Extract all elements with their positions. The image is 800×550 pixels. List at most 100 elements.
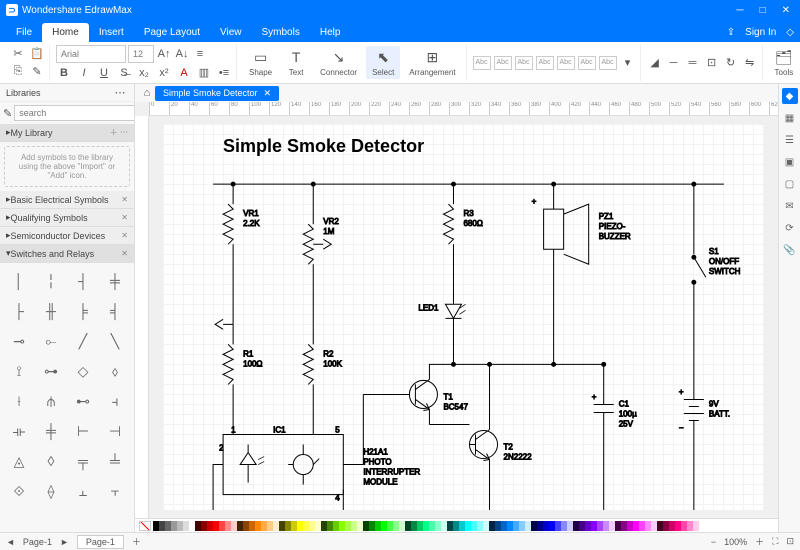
style-swatch[interactable]: Abc bbox=[515, 56, 533, 70]
highlight-icon[interactable]: ▥ bbox=[196, 65, 212, 81]
symbol-item[interactable]: ◬ bbox=[4, 447, 34, 475]
style-swatch[interactable]: Abc bbox=[599, 56, 617, 70]
symbol-item[interactable]: ⟛ bbox=[4, 417, 34, 445]
theme-icon[interactable]: ◆ bbox=[782, 88, 798, 104]
canvas[interactable]: Simple Smoke Detector VR12.2K R1100Ω bbox=[163, 124, 764, 510]
symbol-item[interactable]: ⫠ bbox=[68, 477, 98, 505]
symbol-item[interactable]: ╱ bbox=[68, 327, 98, 355]
no-color-swatch[interactable] bbox=[139, 521, 151, 531]
arrangement-button[interactable]: ⊞Arrangement bbox=[403, 46, 461, 79]
tools-button[interactable]: 🗂Tools bbox=[769, 46, 800, 79]
page-tab[interactable]: Page-1 bbox=[77, 535, 124, 549]
symbol-item[interactable]: ⊷ bbox=[68, 387, 98, 415]
bold-icon[interactable]: B bbox=[56, 65, 72, 81]
color-swatch[interactable] bbox=[693, 521, 699, 531]
signin-link[interactable]: Sign In bbox=[745, 27, 776, 38]
symbol-item[interactable]: ╡ bbox=[100, 297, 130, 325]
comment-icon[interactable]: ✉ bbox=[782, 198, 798, 214]
strike-icon[interactable]: S̶ bbox=[116, 65, 132, 81]
symbol-item[interactable]: ◇ bbox=[68, 357, 98, 385]
symbol-item[interactable]: ╧ bbox=[100, 447, 130, 475]
symbol-item[interactable]: ⊣ bbox=[100, 417, 130, 445]
symbol-item[interactable]: ╫ bbox=[36, 297, 66, 325]
fullscreen-icon[interactable]: ⊡ bbox=[786, 536, 794, 547]
symbol-item[interactable]: ⫟ bbox=[100, 477, 130, 505]
shrink-font-icon[interactable]: A↓ bbox=[174, 46, 190, 62]
menu-file[interactable]: File bbox=[6, 23, 42, 42]
symbol-item[interactable]: ╞ bbox=[68, 297, 98, 325]
image-icon[interactable]: ▣ bbox=[782, 154, 798, 170]
history-icon[interactable]: ⟳ bbox=[782, 220, 798, 236]
connector-button[interactable]: ↘Connector bbox=[314, 46, 363, 79]
size-select[interactable]: 12 bbox=[128, 45, 154, 63]
menu-pagelayout[interactable]: Page Layout bbox=[134, 23, 210, 42]
style-swatch[interactable]: Abc bbox=[536, 56, 554, 70]
symbol-item[interactable]: ⊢ bbox=[68, 417, 98, 445]
symbol-item[interactable]: ╪ bbox=[100, 267, 130, 295]
library-menu-icon[interactable]: ⋯ bbox=[112, 85, 128, 101]
page-nav-next-icon[interactable]: ► bbox=[60, 537, 69, 547]
zoom-out-icon[interactable]: − bbox=[711, 537, 716, 547]
minimize-icon[interactable]: ─ bbox=[732, 5, 747, 16]
align-icon[interactable]: ≡ bbox=[192, 46, 208, 62]
search-input[interactable] bbox=[14, 105, 135, 121]
fit-icon[interactable]: ⛶ bbox=[772, 536, 778, 547]
symbol-item[interactable]: ┤ bbox=[68, 267, 98, 295]
symbol-item[interactable]: ⊶ bbox=[36, 357, 66, 385]
flip-icon[interactable]: ⇋ bbox=[742, 55, 758, 71]
symbol-item[interactable]: ╎ bbox=[36, 267, 66, 295]
page-nav-prev-icon[interactable]: ◄ bbox=[6, 537, 15, 547]
sub-icon[interactable]: x₂ bbox=[136, 65, 152, 81]
cut-icon[interactable]: ✂ bbox=[10, 46, 26, 62]
italic-icon[interactable]: I bbox=[76, 65, 92, 81]
shape-button[interactable]: ▭Shape bbox=[243, 46, 278, 79]
grow-font-icon[interactable]: A↑ bbox=[156, 46, 172, 62]
symbol-item[interactable]: │ bbox=[4, 267, 34, 295]
menu-help[interactable]: Help bbox=[310, 23, 351, 42]
sup-icon[interactable]: x² bbox=[156, 65, 172, 81]
page-icon[interactable]: ▢ bbox=[782, 176, 798, 192]
cat-item[interactable]: ▾ Switches and Relays✕ bbox=[0, 245, 134, 263]
layers-icon[interactable]: ▦ bbox=[782, 110, 798, 126]
cat-mylibrary[interactable]: ▸ My Library＋ ⋯ bbox=[0, 124, 134, 142]
fill-icon[interactable]: ◢ bbox=[647, 55, 663, 71]
symbol-item[interactable]: ◊ bbox=[36, 447, 66, 475]
collapse-ribbon-icon[interactable]: ◇ bbox=[786, 27, 794, 38]
line-icon[interactable]: ─ bbox=[666, 55, 682, 71]
symbol-item[interactable]: ⫛ bbox=[36, 387, 66, 415]
cat-item[interactable]: ▸ Semiconductor Devices✕ bbox=[0, 227, 134, 245]
symbol-item[interactable]: ⬨ bbox=[100, 357, 130, 385]
copy-icon[interactable]: ⎘ bbox=[10, 64, 26, 80]
linestyle-icon[interactable]: ═ bbox=[685, 55, 701, 71]
share-icon[interactable]: ⇪ bbox=[727, 27, 735, 38]
home-tab-icon[interactable]: ⌂ bbox=[139, 85, 155, 101]
style-swatch[interactable]: Abc bbox=[578, 56, 596, 70]
pen-icon[interactable]: ✎ bbox=[3, 105, 12, 121]
paste-icon[interactable]: 📋 bbox=[29, 46, 45, 62]
close-tab-icon[interactable]: ✕ bbox=[264, 88, 272, 99]
menu-home[interactable]: Home bbox=[42, 23, 89, 42]
symbol-item[interactable]: ⟠ bbox=[36, 477, 66, 505]
symbol-item[interactable]: ⊸ bbox=[4, 327, 34, 355]
symbol-item[interactable]: ⫞ bbox=[100, 387, 130, 415]
group-icon[interactable]: ⊡ bbox=[704, 55, 720, 71]
add-page-icon[interactable]: ＋ bbox=[132, 535, 141, 548]
rotate-icon[interactable]: ↻ bbox=[723, 55, 739, 71]
menu-view[interactable]: View bbox=[210, 23, 252, 42]
zoom-in-icon[interactable]: ＋ bbox=[755, 535, 764, 548]
select-button[interactable]: ⬉Select bbox=[366, 46, 400, 79]
menu-insert[interactable]: Insert bbox=[89, 23, 134, 42]
bullets-icon[interactable]: •≡ bbox=[216, 65, 232, 81]
symbol-item[interactable]: ⟐ bbox=[4, 477, 34, 505]
menu-symbols[interactable]: Symbols bbox=[252, 23, 310, 42]
font-select[interactable]: Arial bbox=[56, 45, 126, 63]
format-painter-icon[interactable]: ✎ bbox=[29, 64, 45, 80]
symbol-item[interactable]: ╪ bbox=[36, 417, 66, 445]
symbol-item[interactable]: ╤ bbox=[68, 447, 98, 475]
symbol-item[interactable]: ├ bbox=[4, 297, 34, 325]
attach-icon[interactable]: 📎 bbox=[782, 242, 798, 258]
symbol-item[interactable]: ⟊ bbox=[4, 387, 34, 415]
document-tab[interactable]: Simple Smoke Detector✕ bbox=[155, 86, 279, 101]
props-icon[interactable]: ☰ bbox=[782, 132, 798, 148]
style-more-icon[interactable]: ▾ bbox=[620, 55, 636, 71]
